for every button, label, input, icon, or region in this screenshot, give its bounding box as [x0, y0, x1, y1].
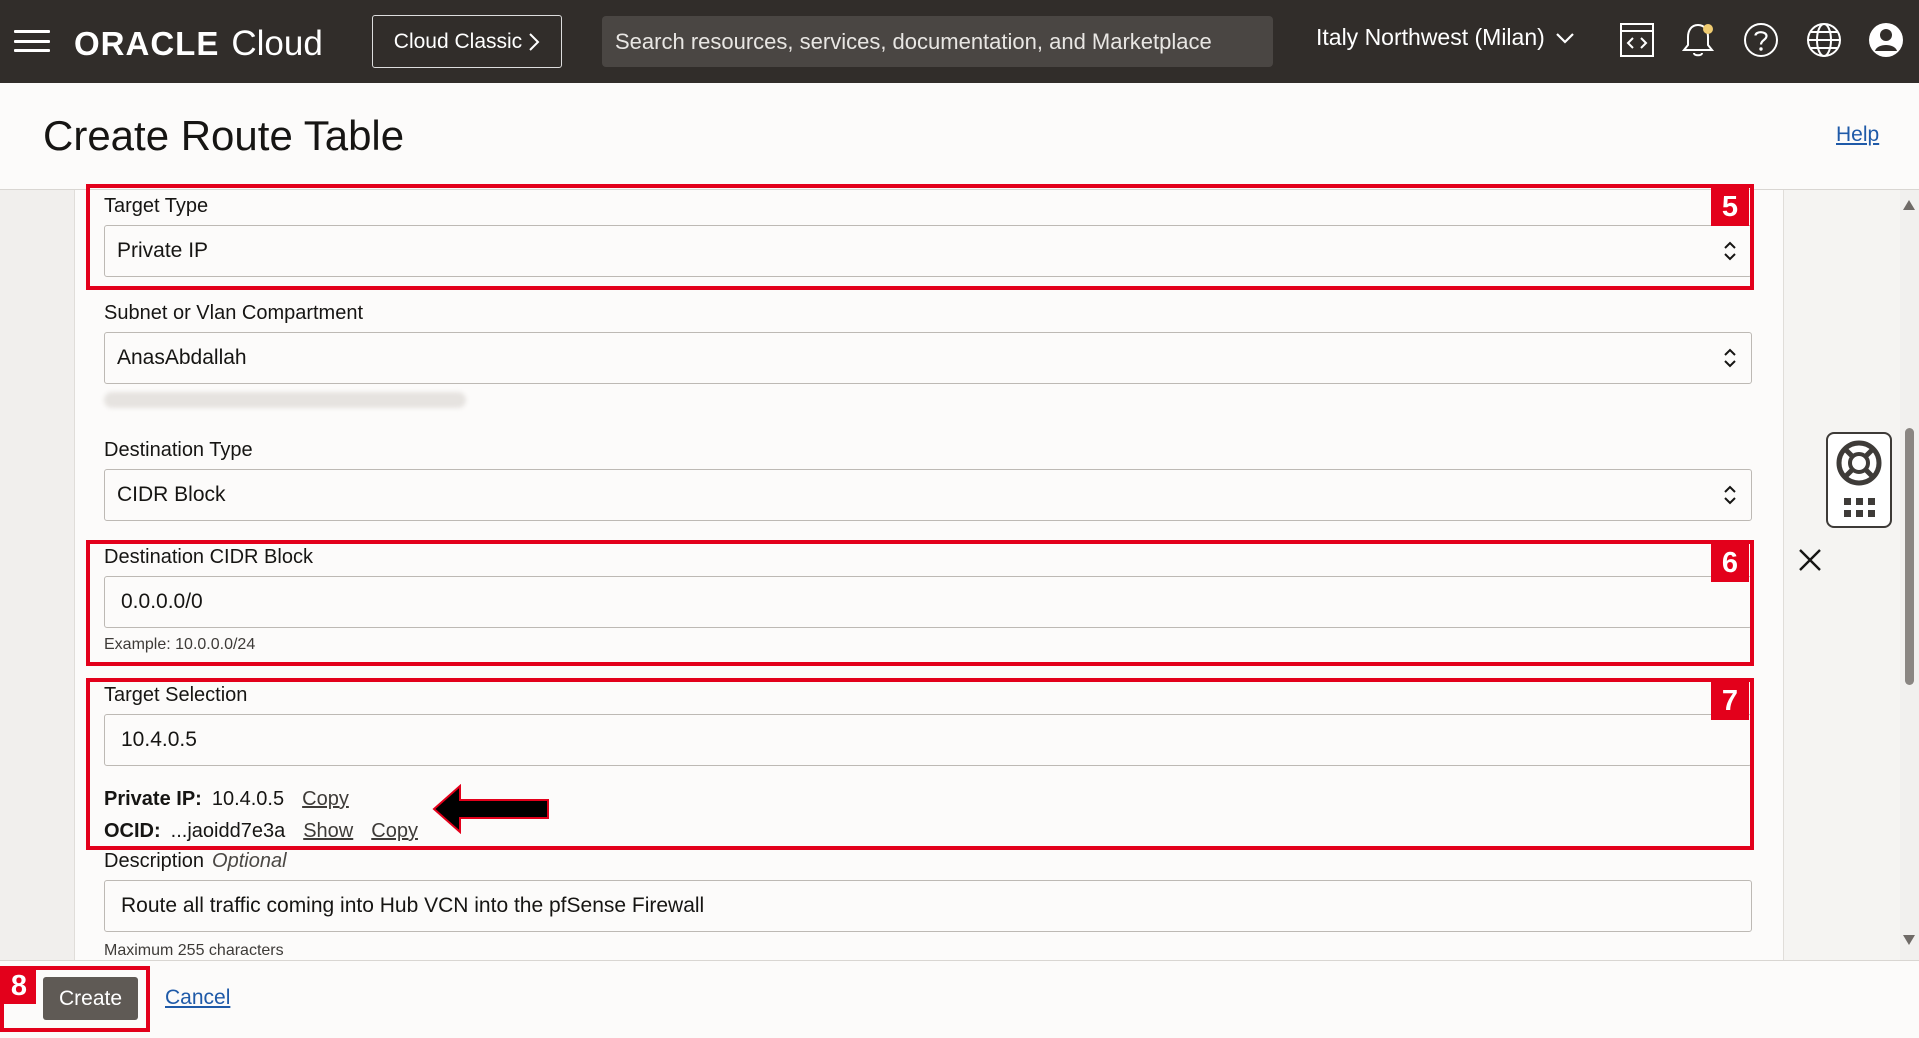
compartment-select[interactable]: AnasAbdallah	[104, 332, 1752, 384]
logo-cloud-text: Cloud	[231, 24, 323, 63]
user-avatar-icon[interactable]	[1866, 20, 1906, 60]
description-label: Description Optional	[104, 850, 287, 873]
description-value: Route all traffic coming into Hub VCN in…	[121, 894, 705, 917]
globe-icon[interactable]	[1804, 20, 1844, 60]
right-gutter	[1785, 190, 1900, 960]
chevron-down-icon	[1556, 32, 1574, 44]
chevron-right-icon	[529, 32, 540, 51]
code-editor-icon[interactable]	[1617, 20, 1657, 60]
description-input[interactable]: Route all traffic coming into Hub VCN in…	[104, 880, 1752, 932]
select-chevron-icon	[1724, 485, 1736, 505]
footer-bar	[0, 960, 1919, 1038]
left-gutter	[0, 190, 74, 960]
oracle-cloud-logo[interactable]: ORACLE Cloud	[74, 24, 323, 64]
description-label-text: Description	[104, 850, 205, 872]
create-button[interactable]: Create	[43, 977, 138, 1020]
description-hint: Maximum 255 characters	[104, 942, 284, 959]
lifebuoy-icon	[1836, 440, 1882, 486]
help-widget[interactable]	[1826, 432, 1892, 528]
compartment-value: AnasAbdallah	[117, 346, 247, 369]
scrollbar-thumb[interactable]	[1905, 428, 1914, 685]
help-circle-icon[interactable]	[1741, 20, 1781, 60]
cancel-link[interactable]: Cancel	[165, 986, 230, 1010]
apps-grid-icon	[1844, 498, 1875, 517]
optional-tag: Optional	[212, 850, 287, 872]
compartment-label: Subnet or Vlan Compartment	[104, 302, 364, 324]
callout-box-destination-cidr	[86, 540, 1754, 666]
select-chevron-icon	[1724, 348, 1736, 368]
logo-oracle-text: ORACLE	[74, 25, 220, 62]
pointer-arrow-icon	[432, 784, 549, 834]
cloud-classic-button[interactable]: Cloud Classic	[372, 15, 562, 68]
callout-box-target-selection	[86, 678, 1754, 850]
destination-type-select[interactable]: CIDR Block	[104, 469, 1752, 521]
hamburger-menu-icon[interactable]	[14, 30, 50, 52]
search-input[interactable]: Search resources, services, documentatio…	[602, 16, 1273, 67]
destination-type-label: Destination Type	[104, 439, 253, 461]
page-title: Create Route Table	[43, 112, 405, 159]
bell-icon[interactable]	[1678, 20, 1718, 60]
cloud-classic-label: Cloud Classic	[393, 29, 523, 53]
scroll-down-arrow-icon[interactable]	[1903, 935, 1915, 945]
search-placeholder: Search resources, services, documentatio…	[615, 28, 1212, 54]
region-selector[interactable]: Italy Northwest (Milan)	[1316, 24, 1575, 51]
top-navigation-bar: ORACLE Cloud Cloud Classic Search resour…	[0, 0, 1919, 83]
callout-badge-6: 6	[1711, 544, 1749, 582]
callout-badge-7: 7	[1711, 682, 1749, 720]
destination-type-value: CIDR Block	[117, 483, 226, 506]
region-label: Italy Northwest (Milan)	[1316, 24, 1545, 50]
callout-box-target-type	[86, 184, 1754, 290]
close-icon[interactable]	[1797, 547, 1823, 573]
help-link[interactable]: Help	[1836, 123, 1879, 147]
callout-badge-8: 8	[2, 968, 36, 1004]
callout-badge-5: 5	[1711, 188, 1749, 226]
compartment-path-blurred	[104, 392, 466, 408]
scroll-up-arrow-icon[interactable]	[1903, 200, 1915, 210]
